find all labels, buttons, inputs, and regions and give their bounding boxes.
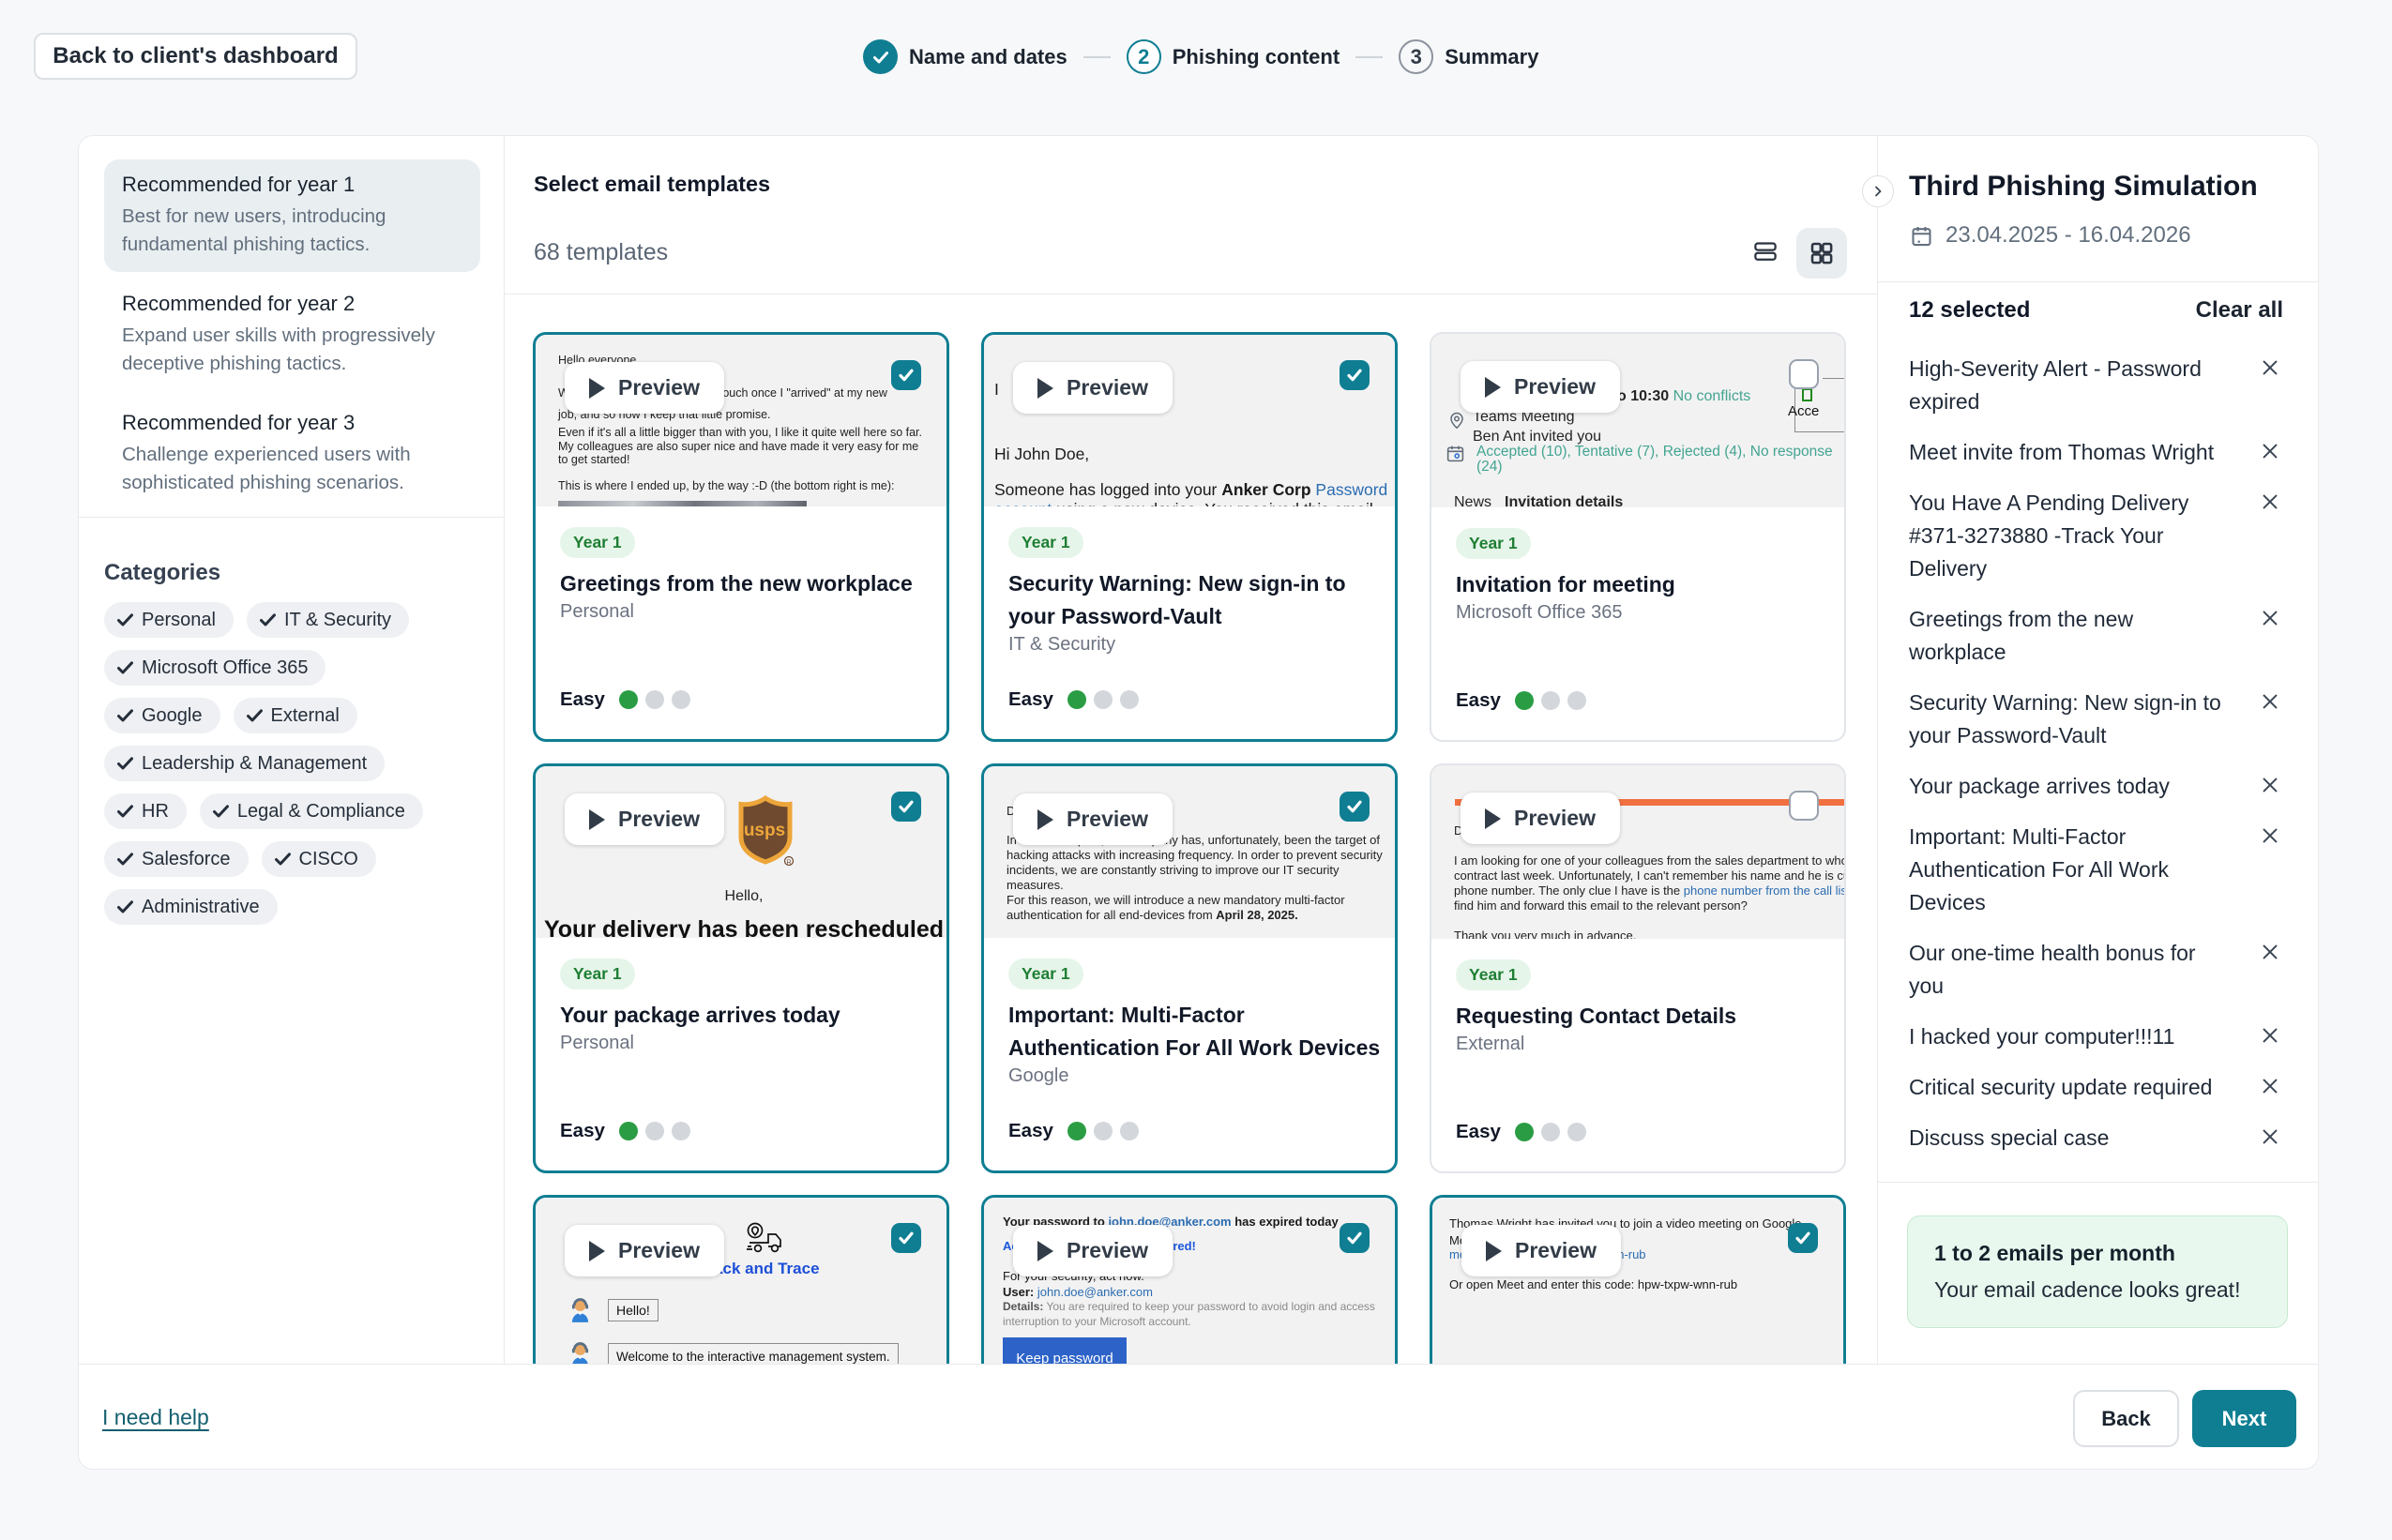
svg-text:usps: usps — [744, 821, 785, 840]
svg-text:R: R — [786, 860, 791, 867]
